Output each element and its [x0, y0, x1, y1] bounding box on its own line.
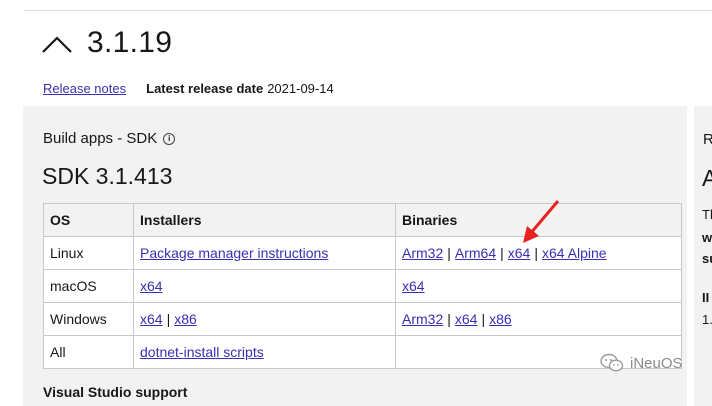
watermark: iNeuOS [600, 353, 683, 373]
installers-cell: x64 | x86 [133, 302, 396, 336]
windows-arm32-link[interactable]: Arm32 [402, 311, 443, 327]
linux-arm32-link[interactable]: Arm32 [402, 245, 443, 261]
dotnet-install-scripts-link[interactable]: dotnet-install scripts [140, 344, 264, 360]
visual-studio-support-heading: Visual Studio support [43, 384, 188, 400]
right-cut-text: 1. [702, 312, 712, 327]
wechat-logo-icon [600, 353, 624, 372]
os-cell: All [43, 335, 134, 369]
right-cut-title: A [702, 165, 712, 191]
release-notes-link[interactable]: Release notes [43, 81, 126, 96]
table-row-windows: Windows x64 | x86 Arm32 | x64 | x86 [43, 302, 682, 336]
binaries-cell: Arm32 | Arm64 | x64 | x64 Alpine [395, 236, 682, 270]
windows-installer-x86-link[interactable]: x86 [174, 311, 197, 327]
build-apps-heading: Build apps - SDK i [43, 130, 176, 147]
header-os: OS [43, 203, 134, 237]
sdk-downloads-table: OS Installers Binaries Linux Package man… [43, 203, 682, 369]
release-meta: Release notes Latest release date 2021-0… [43, 81, 334, 96]
header-installers: Installers [133, 203, 396, 237]
table-row-linux: Linux Package manager instructions Arm32… [43, 236, 682, 270]
table-row-macos: macOS x64 x64 [43, 269, 682, 303]
version-header[interactable]: 3.1.19 [41, 20, 172, 66]
right-cut-text: II [702, 290, 710, 305]
separator: | [534, 245, 538, 261]
header-binaries: Binaries [395, 203, 682, 237]
watermark-text: iNeuOS [630, 354, 683, 372]
linux-x64-link[interactable]: x64 [508, 245, 531, 261]
table-row-all: All dotnet-install scripts [43, 335, 682, 369]
right-cut-heading: R [703, 131, 712, 148]
chevron-up-icon[interactable] [41, 27, 73, 59]
separator: | [447, 245, 451, 261]
separator: | [481, 311, 486, 327]
right-cut-text: Th [702, 207, 712, 222]
os-cell: Linux [43, 236, 134, 270]
linux-x64-alpine-link[interactable]: x64 Alpine [542, 245, 607, 261]
os-cell: macOS [43, 269, 134, 303]
installers-cell: Package manager instructions [133, 236, 396, 270]
info-icon[interactable]: i [163, 132, 176, 145]
windows-x64-link[interactable]: x64 [455, 311, 478, 327]
top-divider [24, 10, 712, 11]
windows-installer-x64-link[interactable]: x64 [140, 311, 163, 327]
linux-package-manager-link[interactable]: Package manager instructions [140, 245, 328, 261]
binaries-cell: Arm32 | x64 | x86 [395, 302, 682, 336]
os-cell: Windows [43, 302, 134, 336]
right-cut-text: su [702, 251, 712, 266]
right-cut-text: w [702, 230, 712, 245]
linux-arm64-link[interactable]: Arm64 [455, 245, 496, 261]
binaries-cell: x64 [395, 269, 682, 303]
macos-binary-x64-link[interactable]: x64 [402, 278, 425, 294]
table-header-row: OS Installers Binaries [43, 203, 682, 237]
installers-cell: x64 [133, 269, 396, 303]
version-title: 3.1.19 [87, 26, 173, 59]
latest-release-label: Latest release date [146, 81, 264, 96]
installers-cell: dotnet-install scripts [133, 335, 396, 369]
build-apps-label: Build apps - SDK [43, 130, 158, 147]
sdk-title: SDK 3.1.413 [42, 163, 173, 189]
windows-x86-link[interactable]: x86 [489, 311, 512, 327]
separator: | [447, 311, 451, 327]
macos-installer-x64-link[interactable]: x64 [140, 278, 163, 294]
separator: | [500, 245, 504, 261]
latest-release-date: 2021-09-14 [267, 81, 334, 96]
separator: | [166, 311, 171, 327]
